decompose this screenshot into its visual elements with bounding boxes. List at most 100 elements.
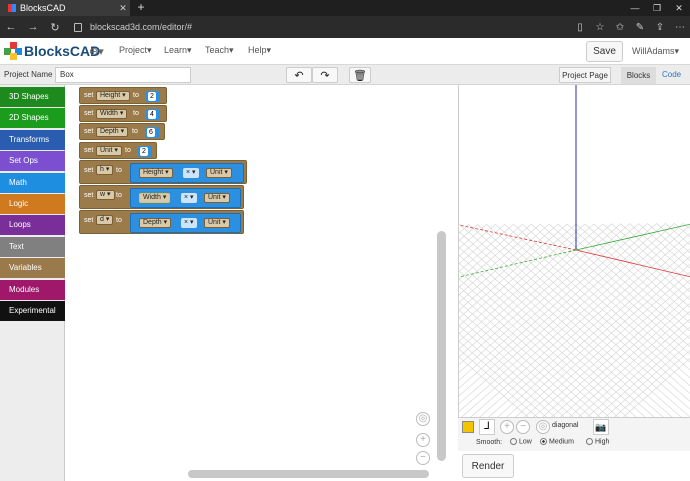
color-swatch[interactable] xyxy=(462,421,474,433)
user-menu[interactable]: WillAdams▾ xyxy=(632,46,679,57)
reading-view-icon[interactable]: ▯ xyxy=(570,22,590,33)
multiply-block[interactable]: Depth ▾ × ▾ Unit ▾ xyxy=(130,213,241,233)
set-block-height[interactable]: set Height ▾ to 2 xyxy=(79,87,167,104)
tab-close-icon[interactable]: ✕ xyxy=(116,3,130,14)
tab-code[interactable]: Code xyxy=(662,70,681,79)
radio-icon xyxy=(586,438,593,445)
variable-dropdown[interactable]: Height ▾ xyxy=(96,91,130,101)
menu-help[interactable]: Help▾ xyxy=(248,45,271,56)
workspace-vertical-scrollbar[interactable] xyxy=(437,231,446,461)
forward-arrow-icon[interactable]: → xyxy=(22,21,44,33)
smooth-high-option[interactable]: High xyxy=(580,438,609,445)
camera-target-icon[interactable]: ◎ xyxy=(536,420,550,434)
variable-dropdown[interactable]: Depth ▾ xyxy=(96,127,129,137)
number-block[interactable]: 2 xyxy=(138,146,152,157)
trash-icon[interactable]: 🗑 xyxy=(349,67,371,83)
favorites-hub-icon[interactable]: ✩ xyxy=(610,22,630,33)
variable-getter[interactable]: Unit ▾ xyxy=(204,193,230,203)
minimize-button[interactable]: — xyxy=(624,0,646,16)
category-variables[interactable]: Variables xyxy=(0,258,65,278)
variable-getter[interactable]: Height ▾ xyxy=(139,168,173,178)
number-block[interactable]: 6 xyxy=(145,127,159,138)
axes-toggle-icon[interactable]: ⅃ xyxy=(479,419,495,435)
close-window-button[interactable]: ✕ xyxy=(668,0,690,16)
variable-getter[interactable]: Unit ▾ xyxy=(206,168,232,178)
render-button[interactable]: Render xyxy=(462,454,514,478)
variable-dropdown[interactable]: w ▾ xyxy=(96,190,115,200)
favicon-icon xyxy=(8,4,16,12)
view-zoom-in-icon[interactable]: + xyxy=(500,420,514,434)
set-block-w[interactable]: set w ▾ to Width ▾ × ▾ Unit ▾ xyxy=(79,185,244,209)
operator-dropdown[interactable]: × ▾ xyxy=(181,193,197,203)
variable-getter[interactable]: Depth ▾ xyxy=(139,218,172,228)
menu-learn[interactable]: Learn▾ xyxy=(164,45,192,56)
logo-cubes-icon xyxy=(4,42,22,60)
variable-getter[interactable]: Unit ▾ xyxy=(204,218,230,228)
window-controls: — ❐ ✕ xyxy=(624,0,690,16)
set-block-d[interactable]: set d ▾ to Depth ▾ × ▾ Unit ▾ xyxy=(79,210,244,234)
category-logic[interactable]: Logic xyxy=(0,194,65,214)
view-zoom-out-icon[interactable]: − xyxy=(516,420,530,434)
set-block-width[interactable]: set Width ▾ to 4 xyxy=(79,105,167,122)
operator-dropdown[interactable]: × ▾ xyxy=(181,218,197,228)
maximize-button[interactable]: ❐ xyxy=(646,0,668,16)
url-field[interactable]: blockscad3d.com/editor/# xyxy=(74,22,192,32)
refresh-icon[interactable]: ↻ xyxy=(44,21,66,34)
number-block[interactable]: 2 xyxy=(146,91,160,102)
project-name-label: Project Name xyxy=(4,70,53,79)
project-page-button[interactable]: Project Page xyxy=(559,67,611,83)
address-bar-actions: ▯ ☆ ✩ ✎ ⇪ ⋯ xyxy=(570,16,690,38)
share-icon[interactable]: ⇪ xyxy=(650,22,670,33)
camera-view-label[interactable]: diagonal xyxy=(552,422,578,429)
save-button[interactable]: Save xyxy=(586,41,623,62)
browser-titlebar: BlocksCAD ✕ + — ❐ ✕ xyxy=(0,0,690,16)
number-block[interactable]: 4 xyxy=(146,109,160,120)
category-experimental[interactable]: Experimental xyxy=(0,301,65,321)
project-name-input[interactable]: Box xyxy=(55,67,191,83)
variable-dropdown[interactable]: d ▾ xyxy=(96,215,114,225)
variable-getter[interactable]: Width ▾ xyxy=(139,193,171,203)
back-arrow-icon[interactable]: ← xyxy=(0,21,22,33)
set-block-unit[interactable]: set Unit ▾ to 2 xyxy=(79,142,157,159)
redo-button[interactable]: ↷ xyxy=(312,67,338,83)
operator-dropdown[interactable]: × ▾ xyxy=(183,168,199,178)
menu-teach[interactable]: Teach▾ xyxy=(205,45,234,56)
language-globe-icon[interactable]: ⊕▾ xyxy=(89,45,104,58)
workspace-horizontal-scrollbar[interactable] xyxy=(188,470,429,478)
3d-viewport[interactable] xyxy=(458,85,690,417)
set-block-h[interactable]: set h ▾ to Height ▾ × ▾ Unit ▾ xyxy=(79,160,247,184)
recenter-icon[interactable]: ◎ xyxy=(416,412,430,426)
variable-dropdown[interactable]: Unit ▾ xyxy=(96,146,122,156)
blockscad-logo[interactable]: BlocksCAD xyxy=(4,42,100,60)
zoom-out-icon[interactable]: − xyxy=(416,451,430,465)
category-3d-shapes[interactable]: 3D Shapes xyxy=(0,87,65,107)
smooth-medium-option[interactable]: Medium xyxy=(534,438,574,445)
camera-snapshot-icon[interactable]: 📷 xyxy=(593,419,609,435)
category-loops[interactable]: Loops xyxy=(0,215,65,235)
tab-blocks[interactable]: Blocks xyxy=(621,67,656,84)
category-set-ops[interactable]: Set Ops xyxy=(0,151,65,171)
smooth-options: Smooth: Low Medium High xyxy=(458,435,690,451)
set-block-depth[interactable]: set Depth ▾ to 6 xyxy=(79,123,165,140)
category-2d-shapes[interactable]: 2D Shapes xyxy=(0,108,65,128)
category-transforms[interactable]: Transforms xyxy=(0,130,65,150)
category-math[interactable]: Math xyxy=(0,173,65,193)
url-text: blockscad3d.com/editor/# xyxy=(90,22,193,32)
category-modules[interactable]: Modules xyxy=(0,280,65,300)
multiply-block[interactable]: Width ▾ × ▾ Unit ▾ xyxy=(130,188,241,208)
favorite-star-icon[interactable]: ☆ xyxy=(590,22,610,33)
zoom-in-icon[interactable]: + xyxy=(416,433,430,447)
category-text[interactable]: Text xyxy=(0,237,65,257)
lock-icon xyxy=(74,22,82,32)
notes-icon[interactable]: ✎ xyxy=(630,22,650,33)
variable-dropdown[interactable]: h ▾ xyxy=(96,165,114,175)
menu-project[interactable]: Project▾ xyxy=(119,45,152,56)
category-sidebar: 3D Shapes 2D Shapes Transforms Set Ops M… xyxy=(0,85,65,481)
more-menu-icon[interactable]: ⋯ xyxy=(670,22,690,33)
smooth-low-option[interactable]: Low xyxy=(504,438,532,445)
undo-button[interactable]: ↶ xyxy=(286,67,312,83)
variable-dropdown[interactable]: Width ▾ xyxy=(96,109,128,119)
browser-tab[interactable]: BlocksCAD ✕ xyxy=(0,0,130,16)
multiply-block[interactable]: Height ▾ × ▾ Unit ▾ xyxy=(130,163,244,183)
new-tab-button[interactable]: + xyxy=(134,0,148,16)
